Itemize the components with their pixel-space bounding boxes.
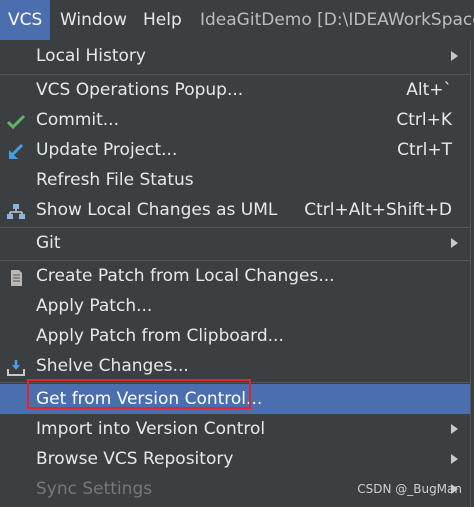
shortcut-label: Ctrl+T <box>397 140 452 160</box>
menu-item-label: VCS Operations Popup... <box>36 80 244 100</box>
submenu-arrow-icon <box>451 454 458 464</box>
menu-help[interactable]: Help <box>135 0 190 40</box>
shortcut-label: Ctrl+K <box>396 110 452 130</box>
window-title: IdeaGitDemo [D:\IDEAWorkSpace\ <box>200 10 474 30</box>
menu-item-label: Import into Version Control <box>36 419 266 439</box>
patch-file-icon <box>6 267 26 286</box>
menu-item-apply-patch[interactable]: Apply Patch... <box>0 291 470 321</box>
menu-item-git[interactable]: Git <box>0 228 470 258</box>
menu-bar: VCS Window Help IdeaGitDemo [D:\IDEAWork… <box>0 0 474 40</box>
menu-item-create-patch[interactable]: Create Patch from Local Changes... <box>0 261 470 291</box>
submenu-arrow-icon <box>451 51 458 61</box>
menu-item-label: Create Patch from Local Changes... <box>36 266 335 286</box>
down-arrow-icon <box>6 141 26 159</box>
menu-item-label: Update Project... <box>36 140 178 160</box>
watermark: CSDN @_BugMan <box>357 482 462 496</box>
menu-item-label: Sync Settings <box>36 479 153 499</box>
menu-item-label: Commit... <box>36 110 119 130</box>
shelve-icon <box>6 357 26 376</box>
submenu-arrow-icon <box>451 238 458 248</box>
menu-item-commit[interactable]: Commit... Ctrl+K <box>0 105 470 135</box>
menu-item-update-project[interactable]: Update Project... Ctrl+T <box>0 135 470 165</box>
uml-diagram-icon <box>6 201 26 219</box>
menu-item-label: Browse VCS Repository <box>36 449 234 469</box>
menu-item-label: Refresh File Status <box>36 170 194 190</box>
menu-item-apply-patch-clipboard[interactable]: Apply Patch from Clipboard... <box>0 321 470 351</box>
menu-item-label: Apply Patch... <box>36 296 153 316</box>
menu-item-local-history[interactable]: Local History <box>0 41 470 71</box>
menu-item-vcs-operations-popup[interactable]: VCS Operations Popup... Alt+` <box>0 75 470 105</box>
menu-item-label: Git <box>36 233 61 253</box>
menu-item-browse-vcs-repository[interactable]: Browse VCS Repository <box>0 444 470 474</box>
menu-item-label: Apply Patch from Clipboard... <box>36 326 284 346</box>
menu-item-label: Show Local Changes as UML <box>36 200 278 220</box>
menu-item-refresh-file-status[interactable]: Refresh File Status <box>0 165 470 195</box>
menu-item-show-local-changes-uml[interactable]: Show Local Changes as UML Ctrl+Alt+Shift… <box>0 195 470 225</box>
menu-item-import-into-version-control[interactable]: Import into Version Control <box>0 414 470 444</box>
menu-window[interactable]: Window <box>52 0 135 40</box>
shortcut-label: Alt+` <box>406 80 452 100</box>
menu-item-label: Shelve Changes... <box>36 356 189 376</box>
checkmark-icon <box>6 111 26 130</box>
menu-vcs[interactable]: VCS <box>0 0 51 40</box>
shortcut-label: Ctrl+Alt+Shift+D <box>304 200 452 220</box>
submenu-arrow-icon <box>451 424 458 434</box>
highlight-annotation-box <box>27 379 251 409</box>
vcs-dropdown-menu: Local History VCS Operations Popup... Al… <box>0 40 471 507</box>
menu-item-shelve-changes[interactable]: Shelve Changes... <box>0 351 470 381</box>
menu-item-label: Local History <box>36 46 146 66</box>
